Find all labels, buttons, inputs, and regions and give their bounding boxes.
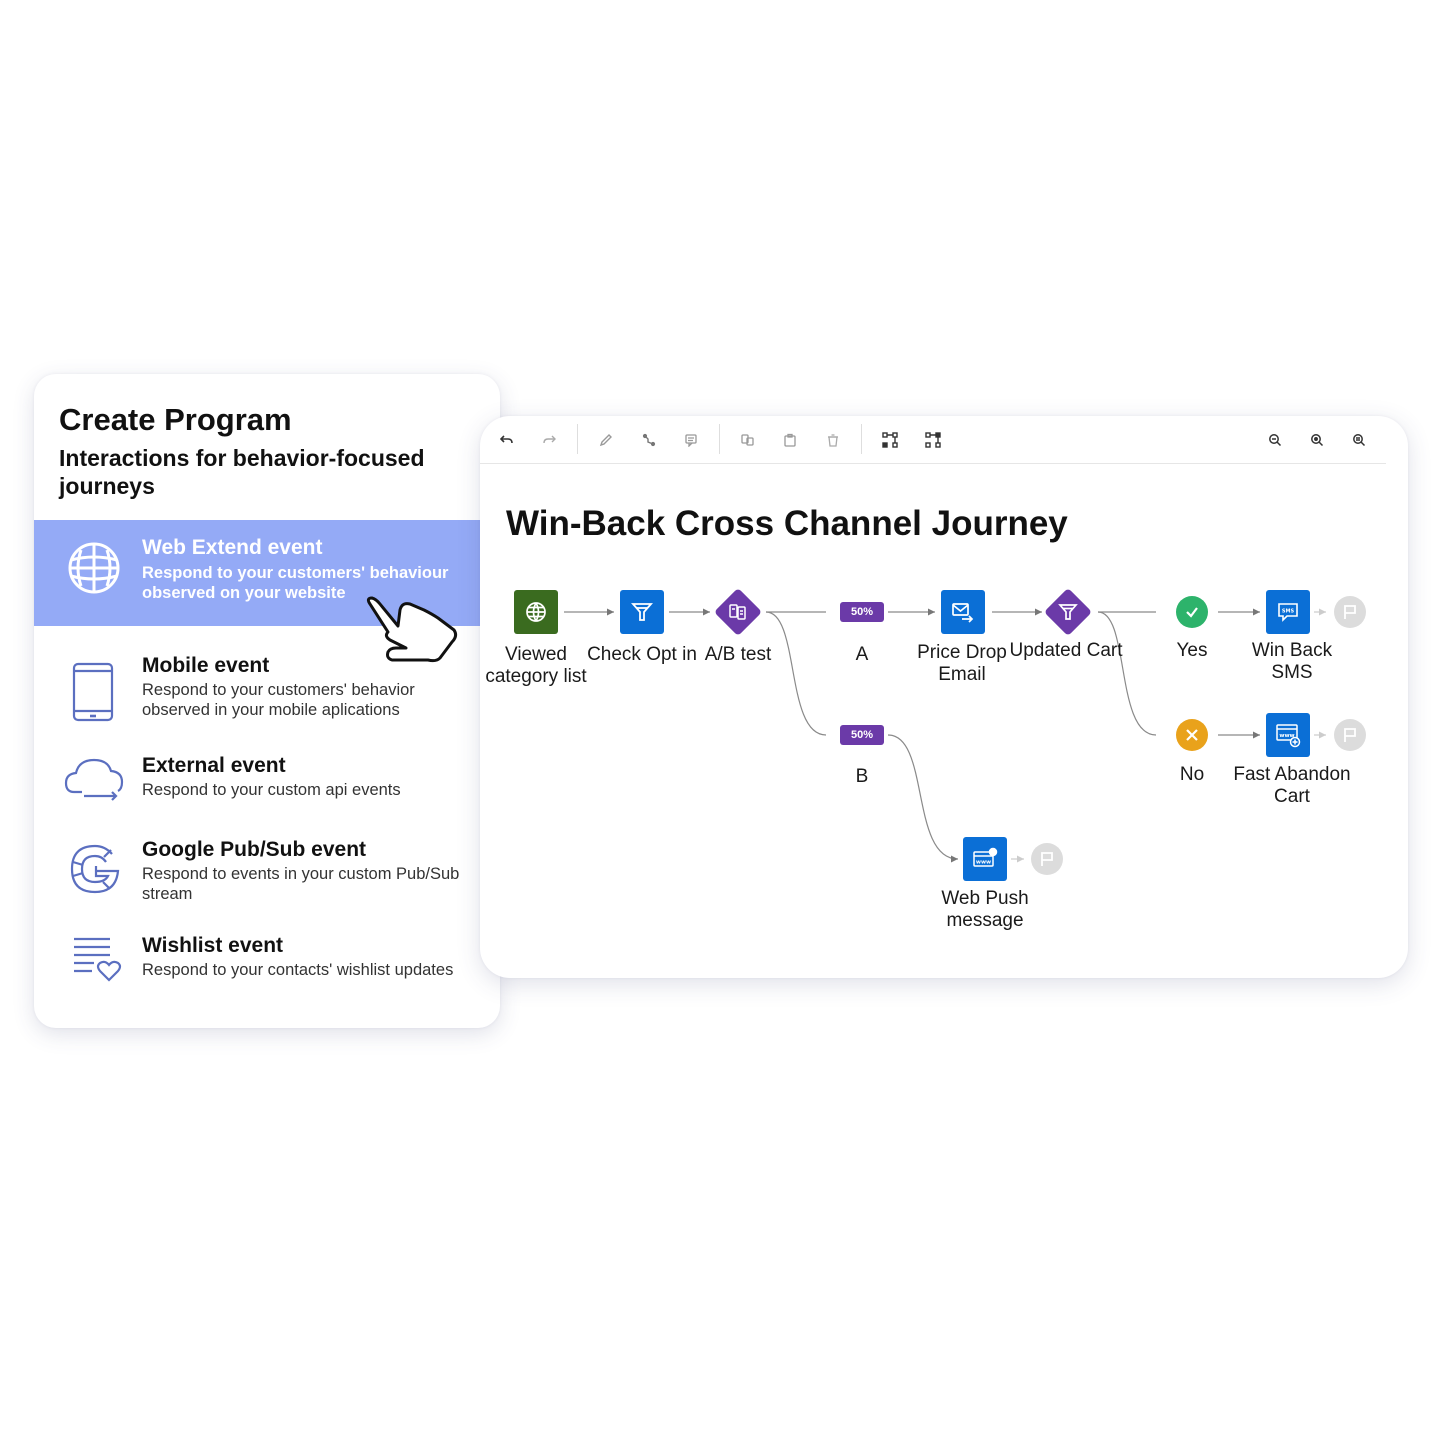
end-node[interactable] [1031,843,1063,875]
split-badge-b[interactable]: 50% [840,725,884,745]
ab-test-icon [729,604,746,620]
node-label: A/B test [704,644,772,665]
svg-text:www: www [976,860,991,866]
link-ab-b [765,611,827,736]
wishlist-icon [72,936,136,1000]
event-title: Wishlist event [142,934,284,957]
create-program-panel: Create Program Interactions for behavior… [34,374,500,1028]
event-title: External event [142,754,286,777]
event-item-external[interactable]: External event Respond to your custom ap… [34,744,500,814]
cloud-sync-icon [64,756,128,820]
tablet-icon [72,662,136,726]
node-price-drop-email[interactable] [941,590,985,634]
split-badge-a[interactable]: 50% [840,602,884,622]
panel-subtitle: Interactions for behavior-focused journe… [59,445,425,499]
globe-icon [526,602,546,622]
funnel-icon [1058,604,1078,620]
node-label: Win Back SMS [1251,640,1333,683]
node-yes[interactable] [1176,596,1208,628]
globe-icon [66,540,130,604]
event-description: Respond to your customers' behavior obse… [142,681,415,719]
node-updated-cart[interactable] [1043,587,1093,637]
node-web-push-message[interactable]: www [963,837,1007,881]
svg-text:SMS: SMS [1282,609,1295,615]
funnel-icon [631,603,653,621]
node-label: Updated Cart [1009,640,1123,661]
x-icon [1186,729,1198,741]
google-icon [68,842,132,906]
event-item-wishlist[interactable]: Wishlist event Respond to your contacts'… [34,924,500,1004]
node-label: Price Drop Email [917,642,1007,685]
flag-icon [1344,728,1356,742]
event-title: Google Pub/Sub event [142,838,367,861]
journey-canvas: Viewed category list Check Opt in A/B te… [480,416,1408,978]
journey-editor-panel: Win-Back Cross Channel Journey Viewed ca… [480,416,1408,978]
node-label: Fast Abandon Cart [1233,764,1351,807]
node-check-opt-in[interactable] [620,590,664,634]
web-add-icon: www [1276,724,1301,748]
pointing-hand-cursor-icon [362,596,462,666]
email-send-icon [952,603,974,623]
link-b-push [887,734,959,863]
node-fast-abandon-cart[interactable]: www [1266,713,1310,757]
event-title: Mobile event [142,654,270,677]
flag-icon [1041,852,1053,866]
node-ab-test[interactable] [713,587,763,637]
flag-icon [1344,605,1356,619]
node-no[interactable] [1176,719,1208,751]
node-viewed-category-list[interactable] [514,590,558,634]
node-label: Viewed category list [485,644,587,687]
sms-icon: SMS [1278,603,1298,622]
node-label: Web Push message [941,888,1029,931]
end-node[interactable] [1334,596,1366,628]
event-description: Respond to your contacts' wishlist updat… [142,961,454,979]
node-win-back-sms[interactable]: SMS [1266,590,1310,634]
web-push-icon: www [973,847,998,867]
node-label: B [855,766,869,787]
event-item-google-pubsub[interactable]: Google Pub/Sub event Respond to events i… [34,828,500,908]
event-title: Web Extend event [142,536,323,559]
check-icon [1186,607,1198,618]
event-description: Respond to events in your custom Pub/Sub… [142,865,460,903]
end-node[interactable] [1334,719,1366,751]
link-updated-no [1097,611,1157,736]
event-description: Respond to your custom api events [142,781,401,799]
panel-title: Create Program [59,402,292,437]
